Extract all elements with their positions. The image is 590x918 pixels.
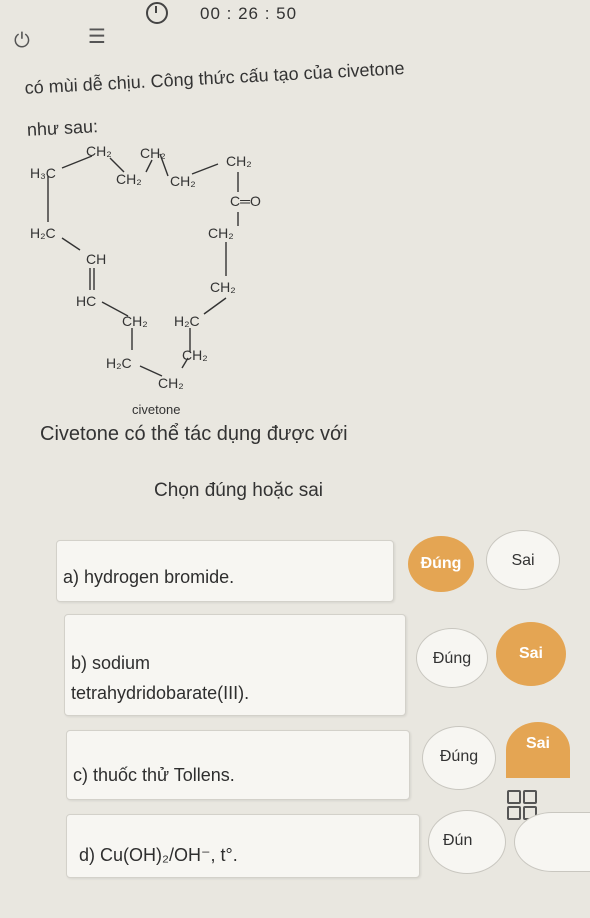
option-d-card: d) Cu(OH)₂/OH⁻, t°. bbox=[66, 814, 420, 878]
option-c-label: c) thuốc thử Tollens. bbox=[73, 765, 235, 785]
instruction-text: Chọn đúng hoặc sai bbox=[154, 480, 324, 501]
question-text: Civetone có thể tác dụng được với bbox=[40, 423, 348, 445]
label-ch2: CH₂ bbox=[208, 225, 234, 241]
label-carbonyl: C═O bbox=[230, 193, 261, 209]
label-ch: CH bbox=[86, 251, 106, 267]
civetone-structure: H₃C CH₂ CH₂ CH₂ CH₂ CH₂ C═O CH₂ CH₂ H₂C … bbox=[30, 143, 261, 391]
label-ch2: CH₂ bbox=[116, 171, 142, 187]
option-a-true-button[interactable]: Đúng bbox=[408, 536, 474, 592]
option-b-false-button[interactable]: Sai bbox=[496, 622, 566, 686]
label-h2c: H₂C bbox=[174, 313, 200, 329]
option-c-false-button[interactable]: Sai bbox=[506, 722, 570, 778]
intro-line-1: có mùi dễ chịu. Công thức cấu tạo của ci… bbox=[24, 58, 406, 98]
timer-icon bbox=[146, 2, 168, 24]
label-ch2: CH₂ bbox=[140, 145, 166, 161]
option-d-label: d) Cu(OH)₂/OH⁻, t°. bbox=[79, 845, 238, 865]
structure-caption: civetone bbox=[132, 402, 181, 417]
option-a-card: a) hydrogen bromide. bbox=[56, 540, 394, 602]
label-ch2: CH₂ bbox=[170, 173, 196, 189]
option-d-true-button[interactable]: Đún bbox=[428, 810, 506, 874]
option-a-false-button[interactable]: Sai bbox=[486, 530, 560, 590]
option-b-label-line2: tetrahydridobarate(III). bbox=[71, 683, 250, 703]
option-a-label: a) hydrogen bromide. bbox=[63, 567, 235, 587]
status-bar: ⏻ ☰ 00 : 26 : 50 bbox=[0, 0, 590, 52]
label-ch2: CH₂ bbox=[158, 375, 184, 391]
power-icon[interactable]: ⏻ bbox=[14, 30, 30, 53]
label-ch2: CH₂ bbox=[86, 143, 112, 159]
option-b-label-line1: b) sodium bbox=[71, 653, 151, 673]
label-ch2: CH₂ bbox=[226, 153, 252, 169]
label-ch2: CH₂ bbox=[182, 347, 208, 363]
option-b-true-button[interactable]: Đúng bbox=[416, 628, 488, 688]
label-h2c: H₂C bbox=[30, 225, 56, 241]
label-ch2: CH₂ bbox=[122, 313, 148, 329]
label-hc: HC bbox=[76, 293, 96, 309]
label-h3c: H₃C bbox=[30, 165, 56, 181]
option-b-card: b) sodium tetrahydridobarate(III). bbox=[64, 614, 406, 716]
menu-icon[interactable]: ☰ bbox=[88, 24, 106, 49]
timer-text: 00 : 26 : 50 bbox=[200, 4, 298, 23]
option-c-true-button[interactable]: Đúng bbox=[422, 726, 496, 790]
option-c-card: c) thuốc thử Tollens. bbox=[66, 730, 410, 800]
label-h2c: H₂C bbox=[106, 355, 132, 371]
option-d-false-button[interactable] bbox=[514, 812, 590, 872]
label-ch2: CH₂ bbox=[210, 279, 236, 295]
